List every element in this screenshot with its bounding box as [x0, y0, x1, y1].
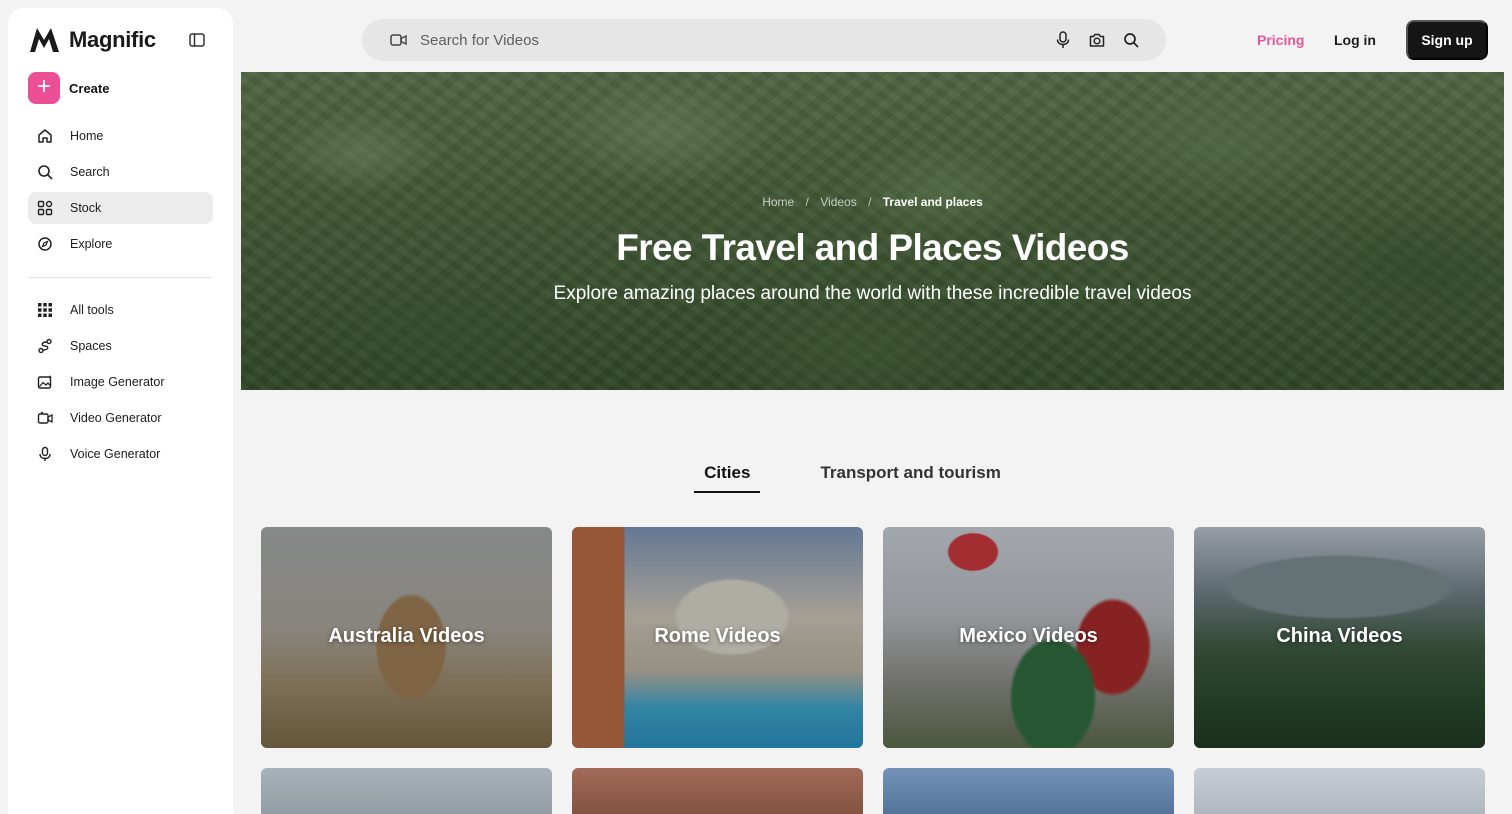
home-icon	[36, 127, 54, 145]
sidebar-item-label: Image Generator	[70, 375, 165, 389]
tab-cities[interactable]: Cities	[694, 463, 761, 493]
breadcrumb-current: Travel and places	[882, 195, 983, 209]
main-content: Pricing Log in Sign up Home / Videos / T…	[241, 8, 1504, 814]
voice-search-icon[interactable]	[1054, 30, 1072, 50]
collection-card[interactable]	[883, 768, 1174, 814]
sidebar: Magnific + Create Home Search Stock Expl…	[8, 8, 233, 814]
plus-icon: +	[28, 72, 60, 104]
sidebar-item-video-generator[interactable]: Video Generator	[28, 402, 213, 434]
magnific-logo-icon	[30, 28, 59, 52]
breadcrumb-separator: /	[868, 195, 872, 209]
search-input[interactable]	[420, 31, 1020, 49]
sidebar-item-search[interactable]: Search	[28, 156, 213, 188]
sidebar-item-label: Home	[70, 129, 104, 143]
card-label: Australia Videos	[328, 625, 485, 647]
collection-card-rome[interactable]: Rome Videos	[572, 527, 863, 748]
page-title: Free Travel and Places Videos	[616, 227, 1129, 268]
microphone-icon	[36, 445, 54, 463]
category-tabs: Cities Transport and tourism	[241, 463, 1504, 493]
sidebar-item-explore[interactable]: Explore	[28, 228, 213, 260]
tab-transport-and-tourism[interactable]: Transport and tourism	[810, 463, 1010, 493]
sidebar-item-label: Voice Generator	[70, 447, 161, 461]
sidebar-tools-nav: All tools Spaces Image Generator Video G…	[28, 294, 213, 474]
pricing-link[interactable]: Pricing	[1257, 32, 1304, 48]
breadcrumb: Home / Videos / Travel and places	[241, 195, 1504, 209]
collection-card[interactable]	[261, 768, 552, 814]
spaces-icon	[36, 337, 54, 355]
video-camera-icon[interactable]	[390, 31, 408, 49]
sidebar-item-home[interactable]: Home	[28, 120, 213, 152]
sidebar-panel-icon	[189, 33, 205, 47]
video-generator-icon	[36, 409, 54, 427]
sidebar-item-label: Spaces	[70, 339, 112, 353]
page-subtitle: Explore amazing places around the world …	[553, 283, 1192, 304]
login-link[interactable]: Log in	[1334, 32, 1376, 48]
brand-name: Magnific	[69, 27, 156, 52]
dots-grid-icon	[36, 301, 54, 319]
create-button[interactable]: + Create	[28, 72, 109, 104]
search-icon	[36, 163, 54, 181]
collection-card[interactable]	[572, 768, 863, 814]
card-label: China Videos	[1276, 625, 1403, 647]
collection-card-mexico[interactable]: Mexico Videos	[883, 527, 1174, 748]
sidebar-item-label: Search	[70, 165, 110, 179]
sidebar-divider	[28, 277, 213, 278]
top-bar: Pricing Log in Sign up	[241, 8, 1504, 72]
image-generator-icon	[36, 373, 54, 391]
sidebar-primary-nav: Home Search Stock Explore	[28, 120, 213, 264]
breadcrumb-separator: /	[805, 195, 809, 209]
sidebar-item-spaces[interactable]: Spaces	[28, 330, 213, 362]
hero-banner: Home / Videos / Travel and places Free T…	[241, 72, 1504, 390]
collection-card[interactable]	[1194, 768, 1485, 814]
search-bar	[362, 19, 1166, 61]
collection-grid: Australia Videos Rome Videos Mexico Vide…	[261, 527, 1485, 814]
sidebar-item-stock[interactable]: Stock	[28, 192, 213, 224]
grid-icon	[36, 199, 54, 217]
sidebar-item-label: Video Generator	[70, 411, 162, 425]
camera-search-icon[interactable]	[1088, 30, 1106, 50]
breadcrumb-videos[interactable]: Videos	[820, 195, 856, 209]
card-label: Mexico Videos	[959, 625, 1098, 647]
sidebar-item-voice-generator[interactable]: Voice Generator	[28, 438, 213, 470]
sidebar-item-label: Explore	[70, 237, 113, 251]
collection-card-china[interactable]: China Videos	[1194, 527, 1485, 748]
compass-icon	[36, 235, 54, 253]
card-label: Rome Videos	[654, 625, 781, 647]
collection-card-australia[interactable]: Australia Videos	[261, 527, 552, 748]
search-submit-icon[interactable]	[1122, 30, 1140, 50]
search-tools	[1054, 30, 1140, 50]
signup-button[interactable]: Sign up	[1406, 20, 1488, 60]
breadcrumb-home[interactable]: Home	[762, 195, 794, 209]
sidebar-item-label: Stock	[70, 201, 102, 215]
sidebar-item-all-tools[interactable]: All tools	[28, 294, 213, 326]
create-label: Create	[69, 80, 110, 96]
sidebar-item-label: All tools	[70, 303, 114, 317]
sidebar-item-image-generator[interactable]: Image Generator	[28, 366, 213, 398]
brand-logo[interactable]: Magnific	[28, 26, 156, 54]
sidebar-toggle-button[interactable]	[186, 30, 208, 50]
